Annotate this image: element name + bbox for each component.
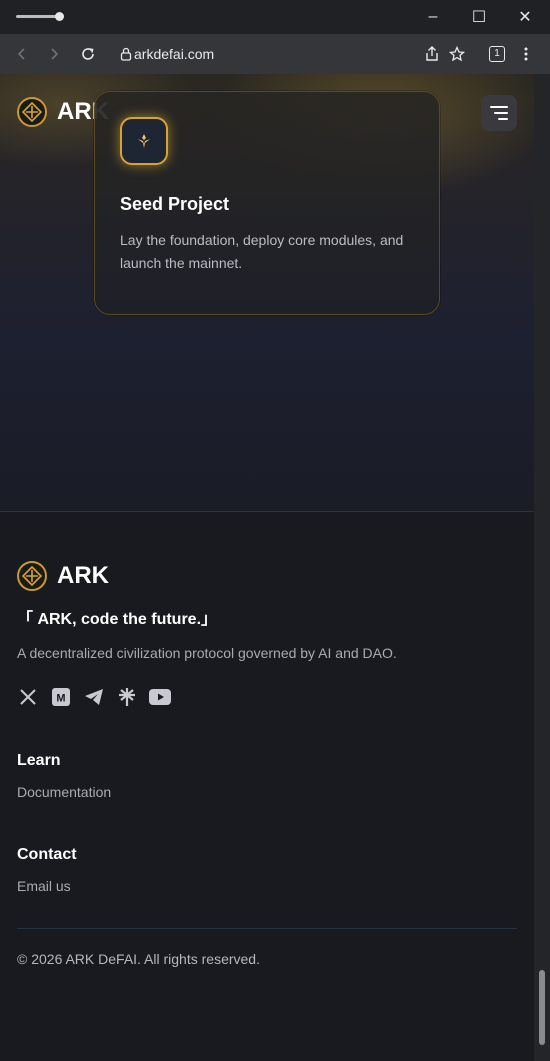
menu-icon bbox=[490, 106, 508, 120]
card-description: Lay the foundation, deploy core modules,… bbox=[120, 232, 404, 271]
browser-window: – ☐ ✕ arkdefai.com 1 ARK Seed Project La… bbox=[0, 0, 550, 1061]
linktree-icon[interactable] bbox=[116, 686, 138, 708]
title-bar: – ☐ ✕ bbox=[0, 0, 550, 34]
medium-icon[interactable]: M bbox=[50, 686, 72, 708]
close-button[interactable]: ✕ bbox=[502, 0, 548, 34]
reload-icon bbox=[82, 48, 94, 60]
share-icon bbox=[426, 46, 438, 61]
star-icon bbox=[449, 46, 465, 62]
page-scrollbar[interactable] bbox=[534, 74, 550, 1061]
seed-icon bbox=[120, 117, 168, 165]
tab-count-badge: 1 bbox=[489, 46, 505, 62]
telegram-icon[interactable] bbox=[83, 686, 105, 708]
footer-logo[interactable]: ARK bbox=[17, 561, 109, 591]
more-vertical-icon bbox=[524, 47, 528, 61]
web-page: ARK Seed Project Lay the foundation, dep… bbox=[0, 74, 534, 1061]
footer-divider bbox=[17, 928, 517, 929]
forward-arrow-icon bbox=[51, 48, 59, 60]
more-menu-button[interactable] bbox=[514, 42, 538, 66]
back-arrow-icon bbox=[17, 48, 25, 60]
url-text: arkdefai.com bbox=[134, 46, 215, 62]
youtube-icon[interactable] bbox=[149, 686, 171, 708]
documentation-link[interactable]: Documentation bbox=[17, 784, 111, 800]
card-title: Seed Project bbox=[120, 194, 230, 214]
address-bar: arkdefai.com 1 bbox=[0, 34, 550, 74]
bookmark-button[interactable] bbox=[445, 42, 469, 66]
back-button[interactable] bbox=[10, 42, 34, 66]
x-icon[interactable] bbox=[17, 686, 39, 708]
tab-count-button[interactable]: 1 bbox=[485, 42, 509, 66]
ark-logo-icon bbox=[17, 97, 47, 127]
slider-knob[interactable] bbox=[55, 12, 64, 21]
footer-description: A decentralized civilization protocol go… bbox=[17, 645, 397, 661]
share-button[interactable] bbox=[420, 42, 444, 66]
contact-section-title: Contact bbox=[17, 846, 77, 863]
hero-divider bbox=[0, 511, 534, 512]
reload-button[interactable] bbox=[76, 42, 100, 66]
forward-button[interactable] bbox=[42, 42, 66, 66]
seed-project-card: Seed Project Lay the foundation, deploy … bbox=[94, 91, 440, 315]
url-field[interactable]: arkdefai.com bbox=[112, 42, 412, 66]
social-links: M bbox=[17, 686, 171, 708]
copyright-text: © 2026 ARK DeFAI. All rights reserved. bbox=[17, 951, 260, 967]
email-us-link[interactable]: Email us bbox=[17, 878, 71, 894]
tab-strip-slider[interactable] bbox=[16, 12, 64, 21]
footer-logo-text: ARK bbox=[57, 562, 109, 589]
ark-logo-icon bbox=[17, 561, 47, 591]
maximize-button[interactable]: ☐ bbox=[456, 0, 502, 34]
scrollbar-thumb[interactable] bbox=[539, 970, 545, 1045]
menu-button[interactable] bbox=[481, 95, 517, 131]
minimize-button[interactable]: – bbox=[410, 0, 456, 34]
footer-tagline: 「 ARK, code the future.」 bbox=[17, 611, 218, 628]
learn-section-title: Learn bbox=[17, 752, 61, 769]
svg-text:M: M bbox=[56, 693, 65, 705]
lock-icon bbox=[120, 47, 132, 61]
